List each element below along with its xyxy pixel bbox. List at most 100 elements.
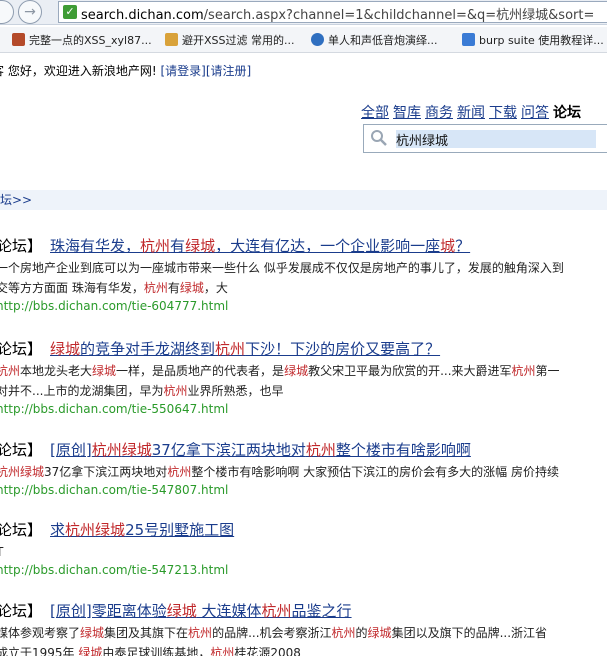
forward-button[interactable]: → [18, 0, 42, 24]
bookmark-item[interactable]: 单人和声低音炮演绎... [311, 32, 438, 48]
text-segment: 的竞争对手龙湖终到 [80, 340, 216, 358]
keyword-highlight: 城 [440, 237, 456, 255]
bookmark-item[interactable]: burp suite 使用教程详... [462, 32, 604, 48]
welcome-bar: 客 您好，欢迎进入新浪地产网! [请登录][请注册] [0, 64, 252, 78]
bookmark-item[interactable]: 避开XSS过滤 常用的... [165, 32, 295, 48]
text-segment: 25号别墅施工图 [125, 521, 235, 539]
address-bar[interactable]: ✓ search.dichan.com/search.aspx?channel=… [58, 1, 607, 23]
text-segment: 37亿拿下滨江两块地对 [151, 441, 306, 459]
keyword-highlight: 杭州 [0, 465, 21, 479]
text-segment: 品鉴之行 [291, 602, 352, 620]
text-segment: 媒体参观考察了 [0, 626, 81, 640]
nav-item-qa[interactable]: 问答 [521, 105, 549, 121]
text-segment: 一样，是品质地产的代表者，是 [116, 364, 285, 378]
keyword-highlight: 绿城 [185, 237, 216, 255]
text-segment: 大连媒体 [196, 602, 262, 620]
bookmark-item[interactable]: 完整一点的XSS_xyl87... [12, 32, 152, 48]
text-segment: 一个房地产企业到底可以为一座城市带来一些什么 似乎发展成不仅仅是房地产的事儿了，… [0, 261, 564, 275]
keyword-highlight: 杭州 [331, 626, 356, 640]
text-segment: ，大 [203, 281, 228, 295]
keyword-highlight: 绿城 [78, 646, 103, 656]
keyword-highlight: 杭州 [65, 521, 96, 539]
keyword-highlight: 杭州 [91, 441, 122, 459]
result-url[interactable]: http://bbs.dichan.com/tie-550647.html [0, 402, 607, 416]
result-title-row: 论坛】 珠海有华发，杭州有绿城，大连有亿达，一个企业影响一座城？ [0, 236, 607, 256]
result-title-link[interactable]: [原创]杭州绿城37亿拿下滨江两块地对杭州整个楼市有啥影响啊 [50, 441, 471, 459]
nav-item-download[interactable]: 下载 [489, 105, 517, 121]
text-segment: 37亿拿下滨江两块地对 [44, 465, 168, 479]
forum-label: 论坛】 [0, 237, 43, 255]
keyword-highlight: 杭州 [0, 364, 21, 378]
keyword-highlight: 绿城 [121, 441, 152, 459]
text-segment: 珠海有华发， [50, 237, 141, 255]
keyword-highlight: 绿城 [367, 626, 392, 640]
forum-label: 论坛】 [0, 340, 43, 358]
back-button[interactable] [0, 0, 14, 24]
keyword-highlight: 绿城 [95, 521, 126, 539]
forum-label: 论坛】 [0, 521, 43, 539]
login-link[interactable]: [请登录] [160, 64, 205, 78]
text-segment: 集团及其旗下在 [104, 626, 189, 640]
result-title-link[interactable]: 珠海有华发，杭州有绿城，大连有亿达，一个企业影响一座城？ [50, 237, 470, 255]
result-title-row: 论坛】 [原创]杭州绿城37亿拿下滨江两块地对杭州整个楼市有啥影响啊 [0, 440, 607, 460]
text-segment: ，大连有亿达，一个企业影响一座 [215, 237, 441, 255]
result-title-link[interactable]: [原创]零距离体验绿城 大连媒体杭州品鉴之行 [50, 602, 352, 620]
keyword-highlight: 杭州 [188, 626, 213, 640]
keyword-highlight: 绿城 [20, 465, 45, 479]
keyword-highlight: 绿城 [179, 281, 204, 295]
text-segment: 对并不...上市的龙湖集团，早为 [0, 384, 164, 398]
arrow-right-icon: → [24, 4, 36, 20]
nav-item-all[interactable]: 全部 [361, 105, 389, 121]
keyword-highlight: 绿城 [92, 364, 117, 378]
search-result: 论坛】 [原创]零距离体验绿城 大连媒体杭州品鉴之行 媒体参观考察了绿城集团及其旗下… [0, 601, 607, 656]
text-segment: 桂花源2008 [234, 646, 301, 656]
keyword-highlight: 杭州 [167, 465, 192, 479]
search-channel-nav: 全部 智库 商务 新闻 下载 问答 论坛 [361, 102, 581, 122]
register-link[interactable]: [请注册] [206, 64, 251, 78]
keyword-highlight: 绿城 [50, 340, 81, 358]
text-segment: 整个楼市有啥影响啊 [335, 441, 471, 459]
result-snippet: T [0, 542, 607, 562]
bookmarks-bar: 完整一点的XSS_xyl87... 避开XSS过滤 常用的... 单人和声低音炮… [0, 27, 607, 53]
forum-label: 论坛】 [0, 441, 43, 459]
url-path: /search.aspx?channel=1&childchannel=&q=杭… [203, 8, 595, 23]
nav-item-forum[interactable]: 论坛 [553, 105, 581, 121]
bookmark-favicon-icon [12, 33, 25, 46]
result-snippet: 杭州绿城37亿拿下滨江两块地对杭州整个楼市有啥影响啊 大家预估下滨江的房价会有多… [0, 462, 607, 482]
result-url[interactable]: http://bbs.dichan.com/tie-547213.html [0, 563, 607, 577]
nav-item-think-tank[interactable]: 智库 [393, 105, 421, 121]
search-result: 论坛】 绿城的竞争对手龙湖终到杭州下沙！下沙的房价又要高了？ 杭州本地龙头老大绿城一… [0, 339, 607, 416]
result-snippet: 成立于1995年 绿城由泰足球训练基地，杭州桂花源2008 [0, 643, 607, 656]
text-segment: 成立于1995年 [0, 646, 79, 656]
breadcrumb: 坛>> [0, 190, 607, 210]
search-icon [371, 130, 387, 146]
text-segment: ？ [455, 237, 471, 255]
text-segment: 教父宋卫平最为欣赏的开...来大爵进军 [308, 364, 512, 378]
result-title-row: 论坛】 [原创]零距离体验绿城 大连媒体杭州品鉴之行 [0, 601, 607, 621]
nav-item-news[interactable]: 新闻 [457, 105, 485, 121]
result-snippet: 杭州本地龙头老大绿城一样，是品质地产的代表者，是绿城教父宋卫平最为欣赏的开...… [0, 361, 607, 381]
result-url[interactable]: http://bbs.dichan.com/tie-604777.html [0, 299, 607, 313]
forum-label: 论坛】 [0, 602, 43, 620]
text-segment: [原创]零距离体验 [50, 602, 167, 620]
result-title-row: 论坛】 求杭州绿城25号别墅施工图 [0, 520, 607, 540]
bookmark-favicon-icon [165, 33, 178, 46]
nav-item-business[interactable]: 商务 [425, 105, 453, 121]
result-snippet: 一个房地产企业到底可以为一座城市带来一些什么 似乎发展成不仅仅是房地产的事儿了，… [0, 258, 607, 278]
browser-toolbar: → ✓ search.dichan.com/search.aspx?channe… [0, 0, 607, 25]
keyword-highlight: 绿城 [166, 602, 197, 620]
result-title-link[interactable]: 求杭州绿城25号别墅施工图 [50, 521, 234, 539]
result-title-link[interactable]: 绿城的竞争对手龙湖终到杭州下沙！下沙的房价又要高了？ [50, 340, 440, 358]
text-segment: 业界所熟悉，也早 [187, 384, 284, 398]
text-segment: 集团以及旗下的品牌...浙江省 [391, 626, 548, 640]
keyword-highlight: 杭州 [140, 237, 171, 255]
search-input[interactable] [396, 130, 596, 148]
keyword-highlight: 绿城 [284, 364, 309, 378]
bookmark-favicon-icon [462, 33, 475, 46]
search-result: 论坛】求杭州绿城25号别墅施工图 Thttp://bbs.dichan.com/t… [0, 520, 607, 577]
checkmark-shield-icon: ✓ [63, 5, 77, 19]
result-snippet: 交等方方面面 珠海有华发，杭州有绿城，大 [0, 278, 607, 298]
keyword-highlight: 杭州 [215, 340, 246, 358]
result-url[interactable]: http://bbs.dichan.com/tie-547807.html [0, 483, 607, 497]
text-segment: 本地龙头老大 [20, 364, 93, 378]
